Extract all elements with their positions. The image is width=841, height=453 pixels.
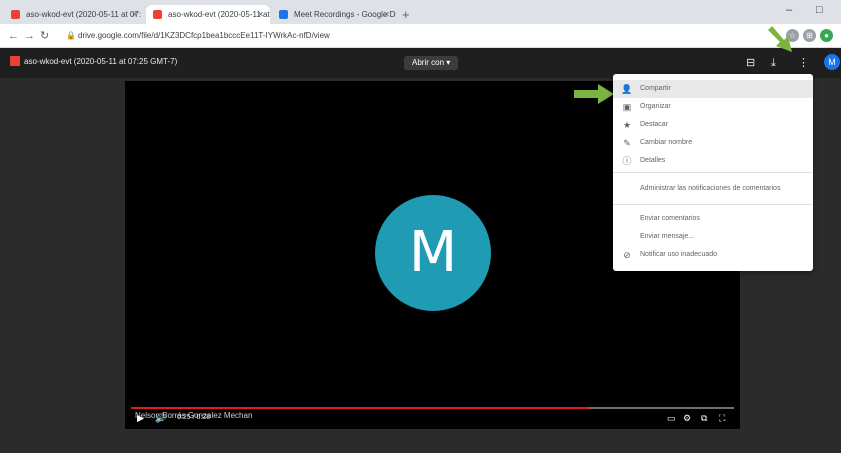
menu-item-report-abuse[interactable]: ⊘ Notificar uso inadecuado [613,246,813,264]
info-icon: ⓘ [622,156,632,166]
captions-icon[interactable]: ▭ [667,413,676,423]
present-icon[interactable]: ⊟ [746,56,755,70]
menu-item-label: Notificar uso inadecuado [640,251,718,258]
address-bar: ← → ↻ 🔒 drive.google.com/file/d/1KZ3DCfc… [0,24,841,48]
drive-favicon-icon [279,10,288,19]
menu-item-star[interactable]: ★ Destacar [613,116,813,134]
play-icon[interactable]: ▶ [137,413,144,423]
pointer-arrow-top-icon [768,26,792,52]
video-file-icon [10,56,20,66]
menu-item-label: Detalles [640,157,666,164]
profile-icon[interactable]: ● [820,29,833,42]
fullscreen-icon[interactable]: ⛶ [719,413,725,423]
menu-item-share[interactable]: 👤 Compartir [613,80,813,98]
lock-icon: 🔒 [66,31,76,40]
star-icon: ★ [622,120,632,130]
gmail-favicon-icon [11,10,20,19]
participant-avatar: M [375,195,491,311]
tab-title: aso-wkod-evt (2020-05-11 at 07: [168,10,270,19]
menu-item-label: Cambiar nombre [640,139,693,146]
more-options-menu: 👤 Compartir ▣ Organizar ★ Destacar ✎ Cam… [613,74,813,271]
menu-item-label: Organizar [640,103,671,110]
tab-2[interactable]: aso-wkod-evt (2020-05-11 at 07: ✕ [146,5,270,24]
menu-item-label: Enviar comentarios [640,215,700,222]
pointer-arrow-menu-icon [574,84,614,104]
menu-item-label: Compartir [640,85,671,92]
more-options-icon[interactable]: ⋮ [798,56,809,70]
share-person-icon: 👤 [621,84,633,94]
settings-gear-icon[interactable]: ⚙ [683,413,691,423]
miniplayer-icon[interactable]: ⧉ [701,413,707,423]
minimize-button[interactable]: – [786,4,792,16]
progress-fill [131,407,590,409]
url-input[interactable]: 🔒 drive.google.com/file/d/1KZ3DCfcp1bea1… [66,28,766,44]
file-name: aso-wkod-evt (2020-05-11 at 07:25 GMT-7) [24,57,178,66]
menu-item-notifications[interactable]: Administrar las notificaciones de coment… [613,180,813,198]
progress-bar[interactable] [131,407,734,409]
video-favicon-icon [153,10,162,19]
menu-item-details[interactable]: ⓘ Detalles [613,152,813,170]
tab-3[interactable]: Meet Recordings - Google Drive ✕ [272,5,396,24]
menu-item-label: Administrar las notificaciones de coment… [640,185,781,192]
tab-title: aso-wkod-evt (2020-05-11 at 07: [26,10,142,19]
back-icon[interactable]: ← [8,29,19,43]
menu-item-rename[interactable]: ✎ Cambiar nombre [613,134,813,152]
avatar[interactable]: M [824,54,840,70]
tab-1[interactable]: aso-wkod-evt (2020-05-11 at 07: ✕ [4,5,144,24]
tab-bar: aso-wkod-evt (2020-05-11 at 07: ✕ aso-wk… [0,0,841,24]
maximize-button[interactable]: □ [816,4,823,16]
menu-item-label: Enviar mensaje... [640,233,695,240]
download-icon[interactable]: ⤓ [771,56,776,70]
folder-icon: ▣ [622,102,632,112]
reload-icon[interactable]: ↻ [40,29,49,43]
pencil-icon: ✎ [623,138,631,148]
extension-icon[interactable]: ⊞ [803,29,816,42]
tab-title: Meet Recordings - Google Drive [294,10,396,19]
new-tab-button[interactable]: + [402,5,410,24]
forward-icon[interactable]: → [24,29,35,43]
close-tab-icon[interactable]: ✕ [131,5,138,24]
menu-item-organize[interactable]: ▣ Organizar [613,98,813,116]
time-display: 0:25 / 0:28 [177,414,211,421]
volume-icon[interactable]: 🔊 [155,413,166,423]
open-with-label: Abrir con [412,58,445,67]
open-with-button[interactable]: Abrir con ▾ [404,56,459,70]
menu-divider [613,204,813,205]
menu-item-label: Destacar [640,121,669,128]
close-tab-icon[interactable]: ✕ [383,5,390,24]
menu-item-send-message[interactable]: Enviar mensaje... [613,228,813,246]
report-icon: ⊘ [623,250,631,260]
menu-item-send-feedback[interactable]: Enviar comentarios [613,210,813,228]
url-text: drive.google.com/file/d/1KZ3DCfcp1bea1bc… [78,31,330,40]
close-tab-icon[interactable]: ✕ [257,5,264,24]
menu-divider [613,172,813,173]
